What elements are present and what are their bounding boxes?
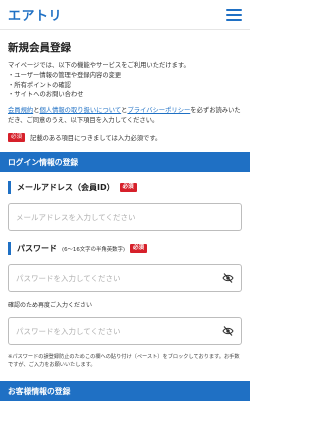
required-badge: 必須: [130, 244, 148, 254]
intro-section: 新規会員登録 マイページでは、以下の機能やサービスをご利用いただけます。 ・ユー…: [0, 30, 250, 143]
top-header: エアトリ: [0, 0, 250, 30]
feature-bullet: ・所有ポイントの確認: [8, 81, 71, 89]
email-input[interactable]: [16, 212, 196, 222]
required-note: 必須 記載のある項目につきましては入力必須です。: [8, 133, 242, 143]
eye-off-icon[interactable]: [222, 273, 234, 284]
terms-link[interactable]: 会員規約: [8, 107, 33, 114]
customer-section-header: お客様情報の登録: [0, 381, 250, 402]
intro-description: マイページでは、以下の機能やサービスをご利用いただけます。: [8, 62, 190, 69]
paste-block-note: ※パスワードの誤登録防止のためこの欄への貼り付け（ペースト）をブロックしておりま…: [8, 354, 240, 369]
feature-bullet: ・サイトへのお問い合わせ: [8, 91, 84, 99]
hamburger-menu-icon[interactable]: [226, 8, 242, 21]
personal-info-link[interactable]: 個人情報の取り扱いについて: [39, 107, 121, 114]
password-field[interactable]: [8, 264, 242, 293]
password-input[interactable]: [16, 273, 196, 283]
confirm-password-label: 確認のため再度ご入力ください: [8, 302, 93, 310]
password-label: パスワード (6〜16文字の半角英数字) 必須: [8, 242, 242, 256]
required-badge: 必須: [119, 183, 137, 193]
confirm-password-field[interactable]: [8, 317, 242, 346]
password-hint: (6〜16文字の半角英数字): [62, 246, 126, 253]
login-section-header: ログイン情報の登録: [0, 152, 250, 173]
required-badge: 必須: [8, 133, 26, 143]
eye-off-icon[interactable]: [222, 326, 234, 337]
feature-bullet: ・ユーザー情報の管理や登録内容の変更: [8, 71, 122, 79]
site-logo[interactable]: エアトリ: [8, 5, 62, 24]
privacy-policy-link[interactable]: プライバシーポリシー: [127, 107, 190, 114]
agreement-text: 会員規約と個人情報の取り扱いについてとプライバシーポリシーを必ずお読みいただき、…: [8, 107, 241, 125]
page-title: 新規会員登録: [8, 42, 71, 54]
email-label: メールアドレス（会員ID） 必須: [8, 181, 242, 195]
required-note-text: 記載のある項目につきましては入力必須です。: [30, 135, 162, 143]
confirm-password-input[interactable]: [16, 326, 196, 336]
email-field[interactable]: [8, 203, 242, 232]
